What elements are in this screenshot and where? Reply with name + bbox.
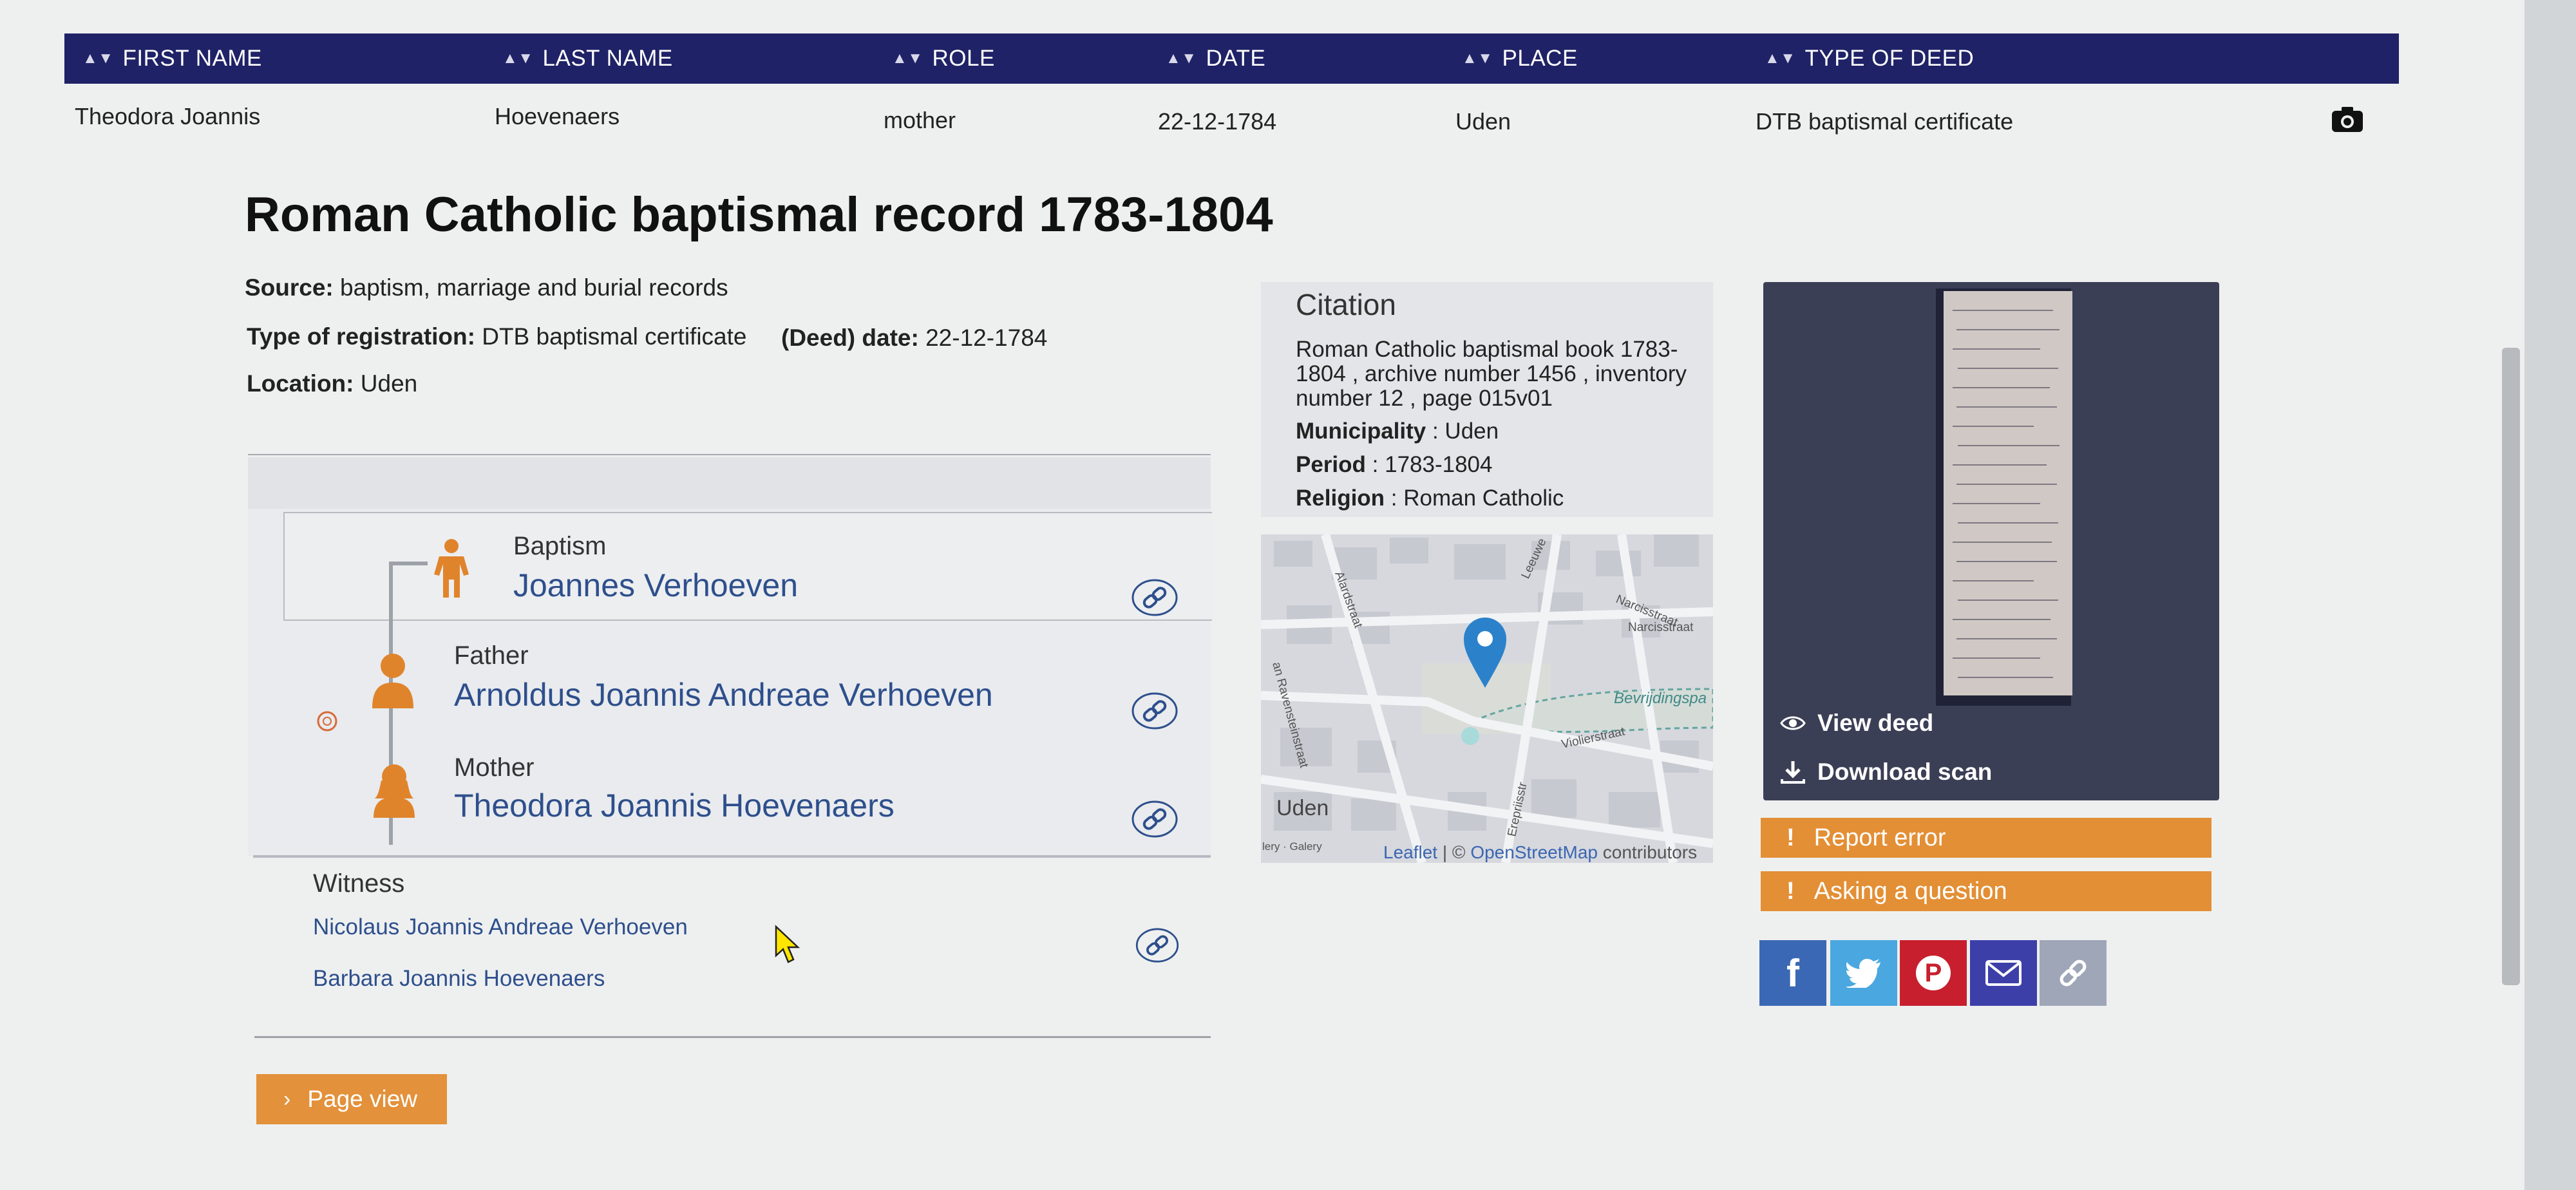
th-role[interactable]: ▲▼ ROLE [892,33,995,84]
share-facebook-button[interactable]: f [1759,940,1826,1006]
link-icon [2060,959,2087,987]
map-town-label: Uden [1276,796,1329,820]
cell-type-of-deed: DTB baptismal certificate [1756,108,2014,135]
source-line: Source: baptism, marriage and burial rec… [245,274,728,301]
osm-link[interactable]: OpenStreetMap [1470,842,1598,862]
person-link-icon[interactable] [1131,578,1179,617]
person-link-icon[interactable] [1131,800,1179,838]
cell-last-name: Hoevenaers [495,103,620,129]
witness-link-icon[interactable] [1135,927,1180,963]
baptism-role: Baptism [513,532,607,560]
facebook-icon: f [1786,951,1799,995]
witness-role: Witness [313,869,405,898]
sort-icon: ▲▼ [1765,50,1796,67]
twitter-icon [1846,959,1880,988]
witness-link[interactable]: Barbara Joannis Hoevenaers [313,966,605,992]
record-title: Roman Catholic baptismal record 1783-180… [245,187,1273,242]
mother-person-link[interactable]: Theodora Joannis Hoevenaers [454,787,895,824]
persons-separator [253,855,1211,858]
sort-icon: ▲▼ [82,50,114,67]
citation-title: Citation [1296,288,1396,321]
persons-band [248,457,1211,509]
view-deed-link[interactable]: View deed [1780,710,1933,737]
download-icon [1781,761,1805,784]
sort-icon: ▲▼ [502,50,534,67]
location-line: Location: Uden [247,370,418,397]
father-icon [372,654,413,708]
share-link-button[interactable] [2040,940,2107,1006]
th-type-of-deed[interactable]: ▲▼ TYPE OF DEED [1765,33,1974,84]
pinterest-icon: P [1916,956,1951,990]
scan-image [1944,291,2072,695]
marriage-icon [317,711,337,732]
mother-icon [374,764,415,818]
registration-type-line: Type of registration: DTB baptismal cert… [247,323,747,350]
cell-first-name: Theodora Joannis [75,103,261,129]
map-poi-label: lery · Galery [1262,840,1322,853]
table-row[interactable]: Theodora Joannis Hoevenaers mother 22-12… [64,90,2399,151]
panel-divider [248,454,1211,455]
child-icon [434,539,469,598]
chevron-right-icon: › [283,1086,291,1111]
camera-icon[interactable] [2331,106,2363,133]
deed-scan-thumbnail[interactable] [1936,288,2072,706]
deed-date-line: (Deed) date: 22-12-1784 [781,325,1048,351]
period-line: Period : 1783-1804 [1296,452,1493,477]
page: ▲▼ FIRST NAME ▲▼ LAST NAME ▲▼ ROLE ▲▼ DATE ▲… [0,0,2524,1190]
cell-date: 22-12-1784 [1158,108,1277,135]
location-map[interactable]: an Ravensteinstraat Narcisstraat Narciss… [1261,534,1713,863]
citation-text: Roman Catholic baptismal book 1783-1804 … [1296,337,1687,411]
share-email-button[interactable] [1970,940,2037,1006]
mother-role: Mother [454,753,535,782]
scrollbar-track[interactable] [2524,0,2576,1190]
th-date[interactable]: ▲▼ DATE [1166,33,1265,84]
share-twitter-button[interactable] [1830,940,1897,1006]
eye-icon [1780,716,1806,730]
father-role: Father [454,641,529,670]
tree-line [389,562,428,565]
sort-icon: ▲▼ [1166,50,1197,67]
sort-icon: ▲▼ [892,50,923,67]
cell-place: Uden [1455,108,1511,135]
religion-line: Religion : Roman Catholic [1296,486,1564,511]
exclamation-icon: ! [1786,824,1795,851]
download-scan-link[interactable]: Download scan [1780,759,1992,786]
person-link-icon[interactable] [1131,692,1179,730]
scrollbar-thumb[interactable] [2502,348,2520,985]
ask-question-button[interactable]: ! Asking a question [1761,871,2211,911]
email-icon [1985,960,2022,986]
map-attribution: Leaflet | © OpenStreetMap contributors [1383,842,1698,862]
map-street-label: Narcisstraat [1628,621,1694,634]
father-person-link[interactable]: Arnoldus Joannis Andreae Verhoeven [454,676,993,713]
bottom-divider [254,1036,1211,1038]
scan-handwriting [1953,310,2060,678]
cell-role: mother [884,107,956,133]
deed-panel: View deed Download scan [1763,282,2219,800]
th-place[interactable]: ▲▼ PLACE [1462,33,1578,84]
share-pinterest-button[interactable]: P [1900,940,1967,1006]
leaflet-link[interactable]: Leaflet [1383,842,1437,862]
sort-icon: ▲▼ [1462,50,1493,67]
map-canvas[interactable]: an Ravensteinstraat Narcisstraat Narciss… [1261,534,1713,863]
report-error-button[interactable]: ! Report error [1761,818,2211,858]
page-view-button[interactable]: › Page view [256,1074,447,1124]
results-table-header: ▲▼ FIRST NAME ▲▼ LAST NAME ▲▼ ROLE ▲▼ DATE ▲… [64,33,2399,84]
th-last-name[interactable]: ▲▼ LAST NAME [502,33,673,84]
witness-link[interactable]: Nicolaus Joannis Andreae Verhoeven [313,914,688,940]
th-first-name[interactable]: ▲▼ FIRST NAME [82,33,262,84]
baptism-person-link[interactable]: Joannes Verhoeven [513,567,798,604]
municipality-line: Municipality : Uden [1296,419,1499,444]
mouse-cursor-icon [775,925,800,963]
map-street-label: Bevrijdingspa [1614,690,1707,707]
citation-panel: Citation Roman Catholic baptismal book 1… [1261,282,1713,517]
exclamation-icon: ! [1786,877,1795,905]
